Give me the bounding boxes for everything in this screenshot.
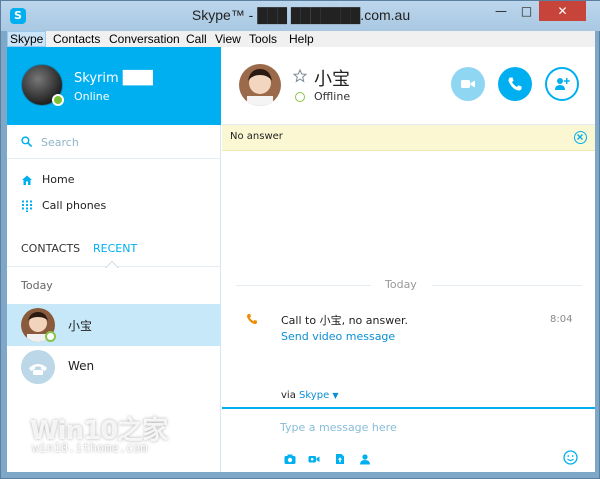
main-content: Skyrim ███ Online Home	[7, 47, 595, 472]
message-input[interactable]	[280, 418, 570, 436]
chevron-down-icon[interactable]: ▼	[332, 391, 338, 400]
no-answer-banner: No answer	[222, 125, 595, 151]
missed-call-icon	[247, 314, 257, 324]
profile-name: Skyrim ███	[74, 71, 153, 86]
sidebar-item-home[interactable]: Home	[7, 167, 221, 193]
dismiss-banner-button[interactable]	[574, 131, 587, 144]
audio-call-button[interactable]	[498, 67, 532, 101]
menu-conversation[interactable]: Conversation	[107, 31, 182, 47]
avatar[interactable]	[239, 64, 281, 106]
contact-status: Offline	[314, 90, 351, 103]
offline-status-icon	[295, 92, 305, 102]
day-separator: Today	[222, 278, 595, 292]
video-message-icon[interactable]	[308, 453, 320, 465]
separator-line	[236, 285, 371, 286]
menu-view[interactable]: View	[213, 31, 243, 47]
profile-status-text: Online	[74, 90, 110, 103]
watermark-url: win10.ithome.com	[32, 441, 148, 455]
sidebar-item-call-phones[interactable]: Call phones	[7, 193, 221, 219]
dialpad-icon	[22, 200, 32, 212]
camera-icon[interactable]	[284, 453, 296, 465]
tab-contacts[interactable]: CONTACTS	[21, 242, 80, 255]
search-box	[7, 125, 221, 159]
banner-text: No answer	[230, 131, 283, 142]
list-item[interactable]: 小宝	[7, 304, 221, 346]
menu-tools[interactable]: Tools	[247, 31, 279, 47]
send-video-message-link[interactable]: Send video message	[281, 330, 395, 343]
title-bar[interactable]: S Skype™ - ███ ███████.com.au — □ ✕	[1, 1, 600, 31]
online-status-icon	[52, 94, 64, 106]
add-person-icon	[555, 78, 570, 90]
home-icon	[22, 175, 32, 185]
recent-group-header: Today	[21, 279, 53, 292]
menu-skype[interactable]: Skype	[7, 31, 47, 47]
send-contact-icon[interactable]	[359, 453, 371, 465]
add-people-button[interactable]	[545, 67, 579, 101]
menu-help[interactable]: Help	[287, 31, 316, 47]
emoticon-icon[interactable]	[563, 450, 578, 465]
close-icon	[577, 134, 583, 140]
search-icon	[21, 136, 32, 147]
skype-window: S Skype™ - ███ ███████.com.au — □ ✕ Skyp…	[0, 0, 600, 479]
phone-avatar-icon	[21, 350, 55, 384]
separator-line	[432, 285, 582, 286]
phone-icon	[508, 77, 522, 91]
contact-title: 小宝	[314, 69, 350, 90]
via-label: via	[281, 390, 296, 401]
active-tab-indicator	[105, 260, 119, 268]
via-service[interactable]: Skype	[299, 390, 329, 401]
message-composer	[222, 407, 595, 472]
day-separator-label: Today	[385, 278, 417, 291]
profile-header[interactable]: Skyrim ███ Online	[7, 47, 221, 125]
via-selector[interactable]: via Skype ▼	[281, 390, 339, 401]
sidebar-item-label: Home	[42, 173, 75, 186]
conversation-header: 小宝 Offline	[222, 47, 595, 125]
send-file-icon[interactable]	[334, 453, 346, 465]
offline-status-icon	[45, 331, 56, 342]
contact-name: Wen	[68, 359, 95, 373]
maximize-button[interactable]: □	[514, 1, 539, 21]
list-item[interactable]: Wen	[7, 346, 221, 388]
menu-call[interactable]: Call	[184, 31, 209, 47]
video-camera-icon	[461, 80, 475, 88]
watermark: Win10之家 win10.ithome.com	[30, 410, 230, 460]
close-button[interactable]: ✕	[539, 1, 586, 21]
sidebar: Skyrim ███ Online Home	[7, 47, 221, 472]
event-timestamp: 8:04	[550, 314, 573, 325]
menu-bar: Skype Contacts Conversation Call View To…	[7, 31, 595, 47]
menu-contacts[interactable]: Contacts	[51, 31, 102, 47]
call-event-text: Call to 小宝, no answer.	[281, 314, 408, 327]
conversation-pane: 小宝 Offline No answer Today Call to 小宝, n…	[222, 47, 595, 472]
tab-recent[interactable]: RECENT	[93, 242, 137, 255]
search-input[interactable]	[41, 134, 211, 150]
video-call-button[interactable]	[451, 67, 485, 101]
contact-name: 小宝	[68, 319, 93, 333]
sidebar-item-label: Call phones	[42, 199, 107, 212]
minimize-button[interactable]: —	[488, 1, 514, 21]
favorite-star-icon[interactable]	[293, 69, 307, 83]
